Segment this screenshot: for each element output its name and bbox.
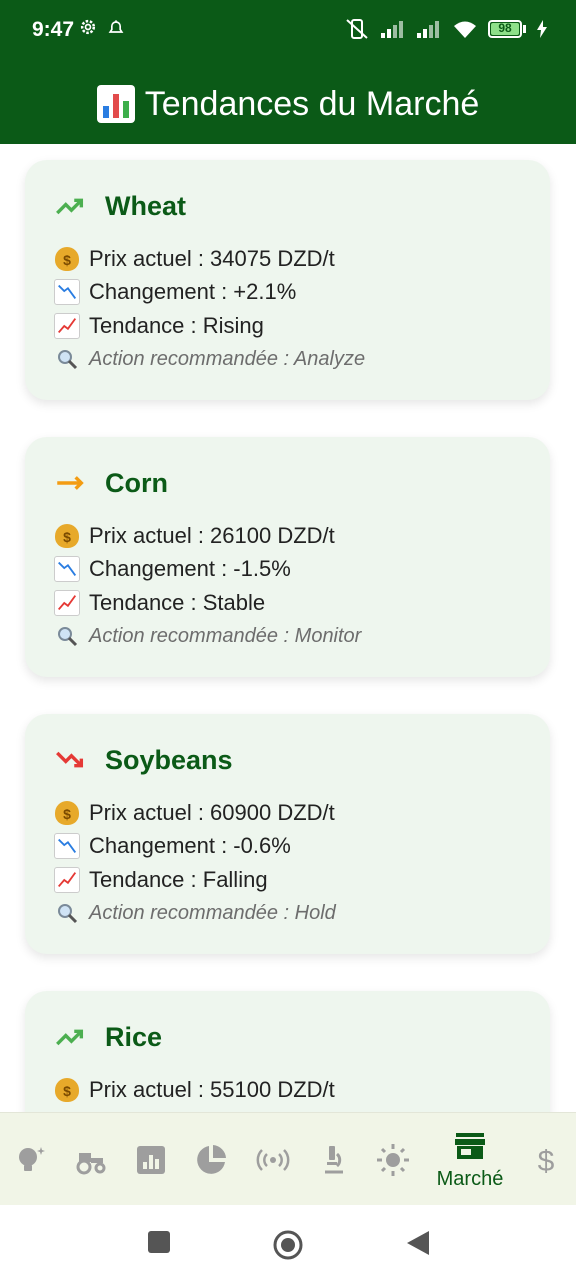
trend-line: Tendance : Stable	[53, 586, 522, 620]
settings-gear-icon	[80, 19, 96, 35]
action-line: Action recommandée : Monitor	[53, 620, 522, 654]
alarm-icon	[108, 20, 124, 33]
price-line: $ Prix actuel : 34075 DZD/t	[53, 242, 522, 276]
trending-up-icon	[56, 198, 84, 215]
svg-text:$: $	[538, 1145, 555, 1178]
change-line: Changement : +2.1%	[53, 276, 522, 310]
chart-decreasing-icon	[54, 833, 80, 860]
price-text: Prix actuel : 60900 DZD/t	[89, 799, 335, 825]
app-bar: Tendances du Marché	[0, 64, 576, 144]
magnifier-icon	[58, 904, 78, 924]
price-line: $ Prix actuel : 26100 DZD/t	[53, 519, 522, 553]
bottom-nav: Marché $	[0, 1112, 576, 1205]
bar-chart-icon	[137, 1145, 165, 1174]
nav-item-farm[interactable]	[70, 1113, 112, 1206]
trend-line: Tendance : Rising	[53, 309, 522, 343]
price-text: Prix actuel : 55100 DZD/t	[89, 1076, 335, 1102]
sensors-icon	[256, 1148, 290, 1171]
price-line: $ Prix actuel : 55100 DZD/t	[53, 1073, 522, 1107]
trend-text: Tendance : Falling	[89, 866, 268, 892]
market-card-rice[interactable]: Rice $ Prix actuel : 55100 DZD/t	[25, 991, 550, 1112]
screen: 9:47 98 Tendances du Marché Wheat $ Prix…	[0, 0, 576, 1280]
chart-increasing-icon	[54, 589, 80, 616]
money-bag-icon: $	[55, 800, 79, 825]
trending-down-icon	[56, 751, 84, 768]
action-text: Action recommandée : Hold	[89, 901, 336, 924]
crop-name: Rice	[105, 1021, 163, 1052]
nav-item-lab[interactable]	[312, 1113, 354, 1206]
action-text: Action recommandée : Monitor	[89, 624, 362, 647]
battery-level: 98	[498, 21, 512, 35]
nav-item-label: Marché	[436, 1168, 504, 1190]
nav-item-stats[interactable]	[130, 1113, 172, 1206]
recents-square-icon[interactable]	[146, 1229, 172, 1255]
nav-item-finance[interactable]: $	[525, 1113, 567, 1206]
vibrate-off-icon	[346, 19, 368, 39]
trend-text: Tendance : Rising	[89, 312, 264, 338]
chart-decreasing-icon	[54, 279, 80, 306]
battery-icon: 98	[488, 20, 526, 38]
chart-increasing-icon	[54, 866, 80, 893]
back-triangle-icon[interactable]	[405, 1229, 431, 1257]
lightbulb-icon	[19, 1146, 45, 1171]
wifi-icon	[454, 21, 476, 38]
price-text: Prix actuel : 26100 DZD/t	[89, 522, 335, 548]
money-bag-icon: $	[55, 1077, 79, 1102]
market-card-soybeans[interactable]: Soybeans $ Prix actuel : 60900 DZD/t Chan…	[25, 714, 550, 954]
price-line: $ Prix actuel : 60900 DZD/t	[53, 796, 522, 830]
action-text: Action recommandée : Analyze	[89, 347, 366, 370]
action-line: Action recommandée : Analyze	[53, 343, 522, 377]
crop-name: Corn	[105, 467, 168, 498]
change-line: Changement : -0.6%	[53, 830, 522, 864]
system-nav-bar	[0, 1205, 576, 1280]
signal-icon	[381, 21, 403, 38]
header: 9:47 98 Tendances du Marché	[0, 0, 576, 144]
money-bag-icon: $	[55, 246, 79, 271]
status-left-icons	[78, 17, 126, 37]
store-icon	[455, 1133, 485, 1159]
nav-item-sensors[interactable]	[252, 1113, 294, 1206]
sun-icon	[377, 1143, 409, 1176]
microscope-icon	[325, 1145, 343, 1173]
nav-item-analysis[interactable]	[190, 1113, 232, 1206]
market-list[interactable]: Wheat $ Prix actuel : 34075 DZD/t Changem…	[0, 144, 576, 1112]
change-text: Changement : -0.6%	[89, 833, 291, 859]
price-text: Prix actuel : 34075 DZD/t	[89, 245, 335, 271]
dollar-icon: $	[538, 1145, 555, 1178]
nav-item-market[interactable]: Marché	[425, 1113, 515, 1206]
change-line: Changement : -1.5%	[53, 553, 522, 587]
nav-item-ideas[interactable]	[10, 1113, 52, 1206]
money-bag-icon: $	[55, 523, 79, 548]
bar-chart-emoji-icon	[96, 85, 135, 123]
market-card-wheat[interactable]: Wheat $ Prix actuel : 34075 DZD/t Changem…	[25, 160, 550, 400]
pie-chart-icon	[197, 1144, 226, 1174]
nav-item-weather[interactable]	[372, 1113, 414, 1206]
status-time: 9:47	[32, 18, 75, 41]
trending-up-icon	[56, 1029, 84, 1046]
crop-name: Soybeans	[105, 744, 233, 775]
change-text: Changement : -1.5%	[89, 556, 291, 582]
change-text: Changement : +2.1%	[89, 279, 297, 305]
chart-increasing-icon	[54, 312, 80, 339]
status-right-icons: 98	[344, 18, 548, 40]
magnifier-icon	[58, 350, 78, 370]
signal-icon-2	[417, 21, 439, 38]
trend-text: Tendance : Stable	[89, 589, 266, 615]
action-line: Action recommandée : Hold	[53, 897, 522, 931]
market-card-corn[interactable]: Corn $ Prix actuel : 26100 DZD/t Changeme…	[25, 437, 550, 677]
magnifier-icon	[58, 627, 78, 647]
home-circle-icon[interactable]	[272, 1229, 304, 1261]
page-title: Tendances du Marché	[144, 84, 480, 123]
crop-name: Wheat	[105, 190, 186, 221]
arrow-right-icon	[57, 476, 84, 490]
charging-bolt-icon	[537, 20, 547, 38]
tractor-icon	[76, 1152, 106, 1174]
chart-decreasing-icon	[54, 556, 80, 583]
app-bar-title: Tendances du Marché	[96, 84, 480, 124]
status-bar: 9:47 98	[0, 0, 576, 64]
trend-line: Tendance : Falling	[53, 863, 522, 897]
